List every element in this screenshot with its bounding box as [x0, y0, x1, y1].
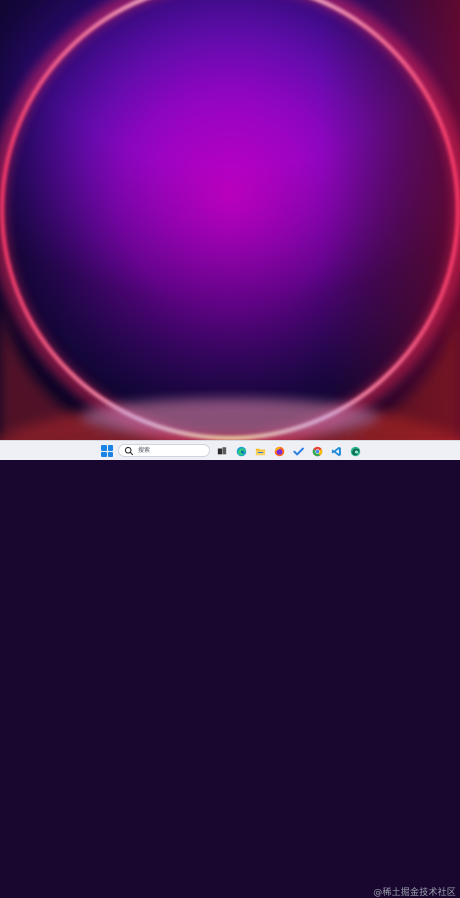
- search-placeholder: 搜索: [138, 446, 151, 454]
- todo-check-icon[interactable]: [291, 444, 305, 458]
- taskbar: 搜索 @稀土掘金技术社区: [0, 440, 460, 898]
- firefox-icon[interactable]: [272, 444, 286, 458]
- search-input[interactable]: 搜索: [118, 444, 210, 457]
- search-icon: [124, 446, 134, 455]
- vscode-icon[interactable]: [329, 444, 343, 458]
- watermark-text: @稀土掘金技术社区: [373, 888, 456, 898]
- edge-dev-icon[interactable]: [348, 444, 362, 458]
- windows-logo-icon[interactable]: [101, 445, 113, 457]
- chrome-icon[interactable]: [310, 444, 324, 458]
- edge-icon[interactable]: [234, 444, 248, 458]
- file-explorer-icon[interactable]: [253, 444, 267, 458]
- task-view-icon[interactable]: [215, 444, 229, 458]
- desktop-wallpaper: [0, 0, 460, 440]
- wallpaper-glow-ring: [0, 0, 460, 440]
